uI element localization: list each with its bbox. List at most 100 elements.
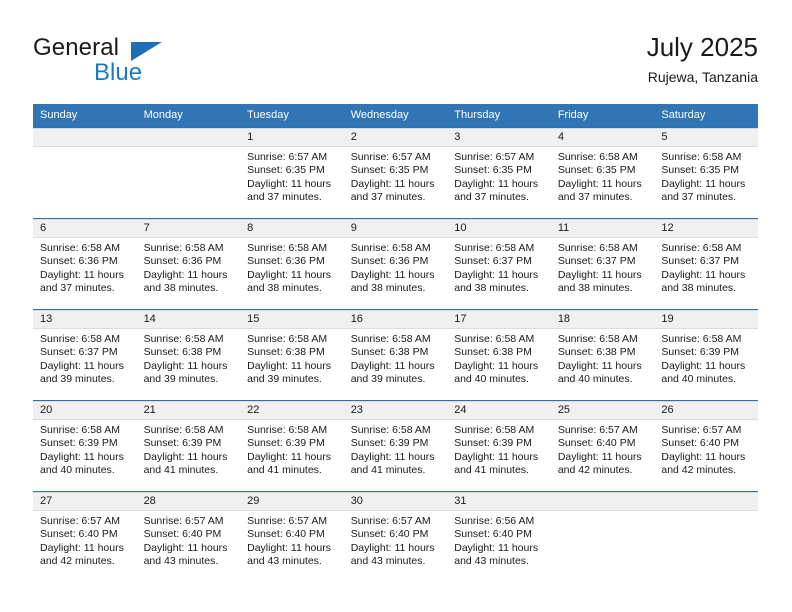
day-number: 30 (343, 492, 448, 511)
sunset-text: Sunset: 6:40 PM (143, 528, 222, 541)
calendar-day-cell[interactable]: 24 Sunrise: 6:58 AM Sunset: 6:39 PM Dayligh… (447, 401, 551, 492)
calendar-day-cell[interactable]: 6 Sunrise: 6:58 AM Sunset: 6:36 PM Daylight… (33, 219, 137, 310)
sunrise-text: Sunrise: 6:58 AM (40, 242, 120, 254)
sunset-text: Sunset: 6:36 PM (143, 255, 222, 268)
calendar-day-cell[interactable]: 26 Sunrise: 6:57 AM Sunset: 6:40 PM Dayligh… (654, 401, 758, 492)
sunrise-text: Sunrise: 6:58 AM (350, 242, 431, 254)
daylight-text-line2: and 40 minutes. (557, 373, 633, 386)
sunrise-text: Sunrise: 6:58 AM (350, 333, 431, 345)
calendar-day-cell[interactable]: 30 Sunrise: 6:57 AM Sunset: 6:40 PM Dayligh… (343, 492, 448, 583)
calendar-day-cell[interactable]: 31 Sunrise: 6:56 AM Sunset: 6:40 PM Dayligh… (447, 492, 551, 583)
daylight-text-line2: and 41 minutes. (454, 464, 529, 477)
daylight-text-line1: Daylight: 11 hours (143, 268, 228, 281)
daylight-text-line1: Daylight: 11 hours (247, 359, 331, 372)
calendar-day-cell[interactable]: 28 Sunrise: 6:57 AM Sunset: 6:40 PM Dayligh… (136, 492, 241, 583)
day-details: Sunrise: 6:58 AM Sunset: 6:36 PM Daylight:… (137, 238, 241, 296)
day-details: Sunrise: 6:57 AM Sunset: 6:40 PM Daylight:… (654, 420, 758, 478)
logo-word-blue: Blue (94, 59, 143, 86)
general-blue-logo[interactable]: General Blue (33, 34, 233, 90)
day-number: 23 (343, 401, 448, 420)
calendar-day-cell[interactable]: 1 Sunrise: 6:57 AM Sunset: 6:35 PM Daylight… (240, 128, 344, 219)
day-cell-inner: 4 Sunrise: 6:58 AM Sunset: 6:35 PM Daylight… (550, 128, 655, 218)
daylight-text-line2: and 39 minutes. (350, 373, 426, 386)
sunset-text: Sunset: 6:35 PM (350, 164, 429, 177)
calendar-day-cell[interactable]: 18 Sunrise: 6:58 AM Sunset: 6:38 PM Dayligh… (550, 310, 655, 401)
day-number: 19 (654, 310, 758, 329)
calendar-day-cell[interactable]: 11 Sunrise: 6:58 AM Sunset: 6:37 PM Dayligh… (550, 219, 655, 310)
calendar-day-cell[interactable]: 27 Sunrise: 6:57 AM Sunset: 6:40 PM Dayligh… (33, 492, 137, 583)
day-details: Sunrise: 6:58 AM Sunset: 6:35 PM Daylight:… (654, 147, 758, 205)
calendar-day-cell[interactable]: 2 Sunrise: 6:57 AM Sunset: 6:35 PM Daylight… (343, 128, 448, 219)
day-cell-inner: 14 Sunrise: 6:58 AM Sunset: 6:38 PM Dayligh… (136, 310, 241, 400)
day-cell-inner: 23 Sunrise: 6:58 AM Sunset: 6:39 PM Dayligh… (343, 401, 448, 491)
daylight-text-line2: and 42 minutes. (661, 464, 737, 477)
calendar-day-cell[interactable]: 16 Sunrise: 6:58 AM Sunset: 6:38 PM Dayligh… (343, 310, 448, 401)
daylight-text-line1: Daylight: 11 hours (247, 268, 331, 281)
daylight-text-line2: and 43 minutes. (454, 555, 529, 568)
calendar-day-cell[interactable]: 19 Sunrise: 6:58 AM Sunset: 6:39 PM Dayligh… (654, 310, 758, 401)
day-number: 13 (33, 310, 137, 329)
calendar-day-cell[interactable]: 23 Sunrise: 6:58 AM Sunset: 6:39 PM Dayligh… (343, 401, 448, 492)
calendar-day-cell[interactable]: 10 Sunrise: 6:58 AM Sunset: 6:37 PM Dayligh… (447, 219, 551, 310)
calendar-day-cell[interactable]: 14 Sunrise: 6:58 AM Sunset: 6:38 PM Dayligh… (136, 310, 241, 401)
day-cell-inner: 11 Sunrise: 6:58 AM Sunset: 6:37 PM Dayligh… (550, 219, 655, 309)
day-details: Sunrise: 6:57 AM Sunset: 6:35 PM Daylight:… (447, 147, 551, 205)
sunrise-text: Sunrise: 6:58 AM (454, 242, 535, 254)
day-cell-inner: 1 Sunrise: 6:57 AM Sunset: 6:35 PM Daylight… (240, 128, 344, 218)
day-cell-inner: 22 Sunrise: 6:58 AM Sunset: 6:39 PM Dayligh… (240, 401, 344, 491)
day-details: Sunrise: 6:58 AM Sunset: 6:37 PM Daylight:… (551, 238, 655, 296)
sunset-text: Sunset: 6:37 PM (40, 346, 118, 359)
calendar-day-cell[interactable]: 20 Sunrise: 6:58 AM Sunset: 6:39 PM Dayligh… (33, 401, 137, 492)
sunset-text: Sunset: 6:39 PM (350, 437, 429, 450)
day-number (33, 128, 137, 147)
day-number (654, 492, 758, 511)
calendar-day-cell[interactable]: 4 Sunrise: 6:58 AM Sunset: 6:35 PM Daylight… (550, 128, 655, 219)
day-details: Sunrise: 6:58 AM Sunset: 6:36 PM Daylight:… (344, 238, 448, 296)
daylight-text-line1: Daylight: 11 hours (454, 541, 539, 554)
calendar-day-cell[interactable]: 25 Sunrise: 6:57 AM Sunset: 6:40 PM Dayligh… (550, 401, 655, 492)
day-details: Sunrise: 6:58 AM Sunset: 6:37 PM Daylight:… (33, 329, 137, 387)
daylight-text-line1: Daylight: 11 hours (454, 450, 539, 463)
daylight-text-line2: and 37 minutes. (40, 282, 115, 295)
daylight-text-line1: Daylight: 11 hours (40, 359, 124, 372)
calendar-day-cell[interactable]: 12 Sunrise: 6:58 AM Sunset: 6:37 PM Dayligh… (654, 219, 758, 310)
calendar-day-cell[interactable]: 17 Sunrise: 6:58 AM Sunset: 6:38 PM Dayligh… (447, 310, 551, 401)
calendar-day-cell[interactable]: 29 Sunrise: 6:57 AM Sunset: 6:40 PM Dayligh… (240, 492, 344, 583)
daylight-text-line1: Daylight: 11 hours (143, 541, 228, 554)
day-number: 14 (136, 310, 241, 329)
calendar-day-cell[interactable]: 3 Sunrise: 6:57 AM Sunset: 6:35 PM Daylight… (447, 128, 551, 219)
calendar-day-cell[interactable]: 13 Sunrise: 6:58 AM Sunset: 6:37 PM Dayligh… (33, 310, 137, 401)
calendar-day-cell[interactable]: 15 Sunrise: 6:58 AM Sunset: 6:38 PM Dayligh… (240, 310, 344, 401)
day-details: Sunrise: 6:58 AM Sunset: 6:39 PM Daylight:… (137, 420, 241, 478)
day-number: 28 (136, 492, 241, 511)
day-cell-inner: 29 Sunrise: 6:57 AM Sunset: 6:40 PM Dayligh… (240, 492, 344, 582)
sunset-text: Sunset: 6:40 PM (557, 437, 636, 450)
daylight-text-line1: Daylight: 11 hours (143, 359, 228, 372)
sunrise-text: Sunrise: 6:58 AM (661, 151, 742, 163)
sunrise-text: Sunrise: 6:58 AM (661, 242, 742, 254)
calendar-day-cell[interactable]: 8 Sunrise: 6:58 AM Sunset: 6:36 PM Daylight… (240, 219, 344, 310)
day-number: 15 (240, 310, 344, 329)
weekday-header-wednesday: Wednesday (343, 104, 448, 128)
day-cell-inner: 17 Sunrise: 6:58 AM Sunset: 6:38 PM Dayligh… (447, 310, 551, 400)
calendar-day-cell[interactable]: 21 Sunrise: 6:58 AM Sunset: 6:39 PM Dayligh… (136, 401, 241, 492)
day-number: 21 (136, 401, 241, 420)
calendar-day-cell[interactable]: 5 Sunrise: 6:58 AM Sunset: 6:35 PM Daylight… (654, 128, 758, 219)
day-details: Sunrise: 6:58 AM Sunset: 6:37 PM Daylight:… (447, 238, 551, 296)
sunrise-text: Sunrise: 6:57 AM (247, 515, 328, 527)
day-cell-inner: 28 Sunrise: 6:57 AM Sunset: 6:40 PM Dayligh… (136, 492, 241, 582)
sunset-text: Sunset: 6:40 PM (247, 528, 325, 541)
daylight-text-line2: and 43 minutes. (350, 555, 426, 568)
sunset-text: Sunset: 6:37 PM (454, 255, 532, 268)
calendar-day-cell[interactable]: 22 Sunrise: 6:58 AM Sunset: 6:39 PM Dayligh… (240, 401, 344, 492)
day-cell-inner (654, 492, 758, 582)
day-cell-inner: 21 Sunrise: 6:58 AM Sunset: 6:39 PM Dayligh… (136, 401, 241, 491)
sunrise-text: Sunrise: 6:58 AM (557, 242, 638, 254)
day-details: Sunrise: 6:58 AM Sunset: 6:35 PM Daylight:… (551, 147, 655, 205)
day-details: Sunrise: 6:57 AM Sunset: 6:40 PM Daylight:… (137, 511, 241, 569)
day-number: 25 (550, 401, 655, 420)
day-details: Sunrise: 6:58 AM Sunset: 6:38 PM Daylight:… (447, 329, 551, 387)
calendar-day-cell[interactable]: 7 Sunrise: 6:58 AM Sunset: 6:36 PM Daylight… (136, 219, 241, 310)
calendar-day-cell[interactable]: 9 Sunrise: 6:58 AM Sunset: 6:36 PM Daylight… (343, 219, 448, 310)
day-number: 22 (240, 401, 344, 420)
